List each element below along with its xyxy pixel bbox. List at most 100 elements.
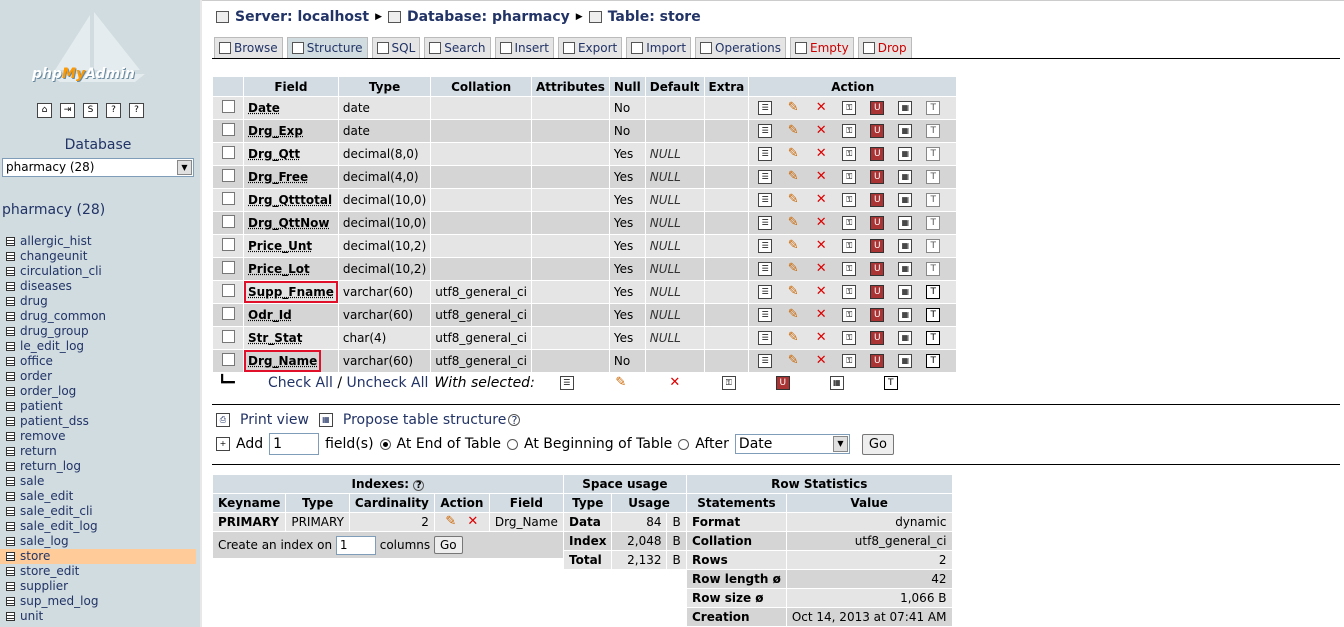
drop-icon[interactable]: ✕ (814, 239, 828, 253)
breadcrumb-server[interactable]: Server: localhost (235, 9, 369, 25)
sidebar-table-item[interactable]: drug_common (0, 309, 196, 324)
unique-icon[interactable]: U (870, 216, 885, 231)
table-icon[interactable] (6, 567, 15, 576)
tab-search[interactable]: Search (424, 37, 491, 58)
table-icon[interactable] (6, 477, 15, 486)
field-name[interactable]: Str_Stat (248, 331, 303, 345)
table-icon[interactable] (6, 417, 15, 426)
drop-icon[interactable]: ✕ (814, 101, 828, 115)
sidebar-table-item[interactable]: circulation_cli (0, 264, 196, 279)
field-name[interactable]: Drg_QttNow (248, 216, 330, 230)
table-icon[interactable] (6, 387, 15, 396)
table-icon[interactable] (6, 537, 15, 546)
row-checkbox[interactable] (221, 284, 235, 297)
index-selected-icon[interactable]: ▦ (829, 376, 844, 390)
edit-icon[interactable]: ✎ (786, 331, 800, 345)
drop-icon[interactable]: ✕ (814, 193, 828, 207)
breadcrumb-table[interactable]: Table: store (608, 9, 701, 25)
database-title-link[interactable]: pharmacy (28) (2, 202, 105, 218)
edit-icon[interactable]: ✎ (786, 262, 800, 276)
unique-icon[interactable]: U (870, 124, 885, 139)
sidebar-table-item[interactable]: return (0, 444, 196, 459)
database-select[interactable]: pharmacy (28) ▼ (2, 158, 194, 177)
browse-distinct-icon[interactable]: ☰ (758, 101, 773, 116)
primary-key-icon[interactable]: ⚿ (842, 147, 857, 162)
fulltext-icon[interactable]: T (926, 331, 941, 346)
field-name[interactable]: Drg_Name (243, 350, 322, 372)
index-icon[interactable]: ▦ (898, 193, 913, 208)
table-icon[interactable] (6, 492, 15, 501)
table-icon[interactable] (6, 612, 15, 621)
fulltext-icon[interactable]: T (926, 354, 941, 369)
primary-key-icon[interactable]: ⚿ (842, 354, 857, 369)
sidebar-table-item[interactable]: store_edit (0, 564, 196, 579)
field-name[interactable]: Drg_Free (248, 170, 308, 184)
row-checkbox[interactable] (221, 146, 235, 159)
sidebar-table-item[interactable]: diseases (0, 279, 196, 294)
browse-distinct-icon[interactable]: ☰ (758, 354, 773, 369)
field-name[interactable]: Date (248, 101, 280, 115)
table-icon[interactable] (6, 507, 15, 516)
edit-icon[interactable]: ✎ (786, 308, 800, 322)
unique-icon[interactable]: U (870, 147, 885, 162)
sidebar-table-item[interactable]: sale (0, 474, 196, 489)
primary-key-icon[interactable]: ⚿ (842, 216, 857, 231)
tab-empty[interactable]: Empty (790, 37, 854, 58)
unique-selected-icon[interactable]: U (775, 376, 790, 390)
field-name[interactable]: Drg_Qtt (248, 147, 300, 161)
table-icon[interactable] (6, 252, 15, 261)
index-icon[interactable]: ▦ (898, 124, 913, 139)
primary-key-icon[interactable]: ⚿ (842, 331, 857, 346)
index-icon[interactable]: ▦ (898, 216, 913, 231)
radio-beginning-of-table[interactable] (507, 438, 519, 450)
sidebar-table-item[interactable]: allergic_hist (0, 234, 196, 249)
tab-insert[interactable]: Insert (494, 37, 554, 58)
unique-icon[interactable]: U (870, 285, 885, 300)
chevron-down-icon[interactable]: ▼ (177, 160, 192, 175)
sidebar-table-item[interactable]: remove (0, 429, 196, 444)
sidebar-table-item[interactable]: unit (0, 609, 196, 624)
browse-selected-icon[interactable]: ☰ (559, 376, 574, 390)
primary-key-icon[interactable]: ⚿ (842, 101, 857, 116)
primary-selected-icon[interactable]: ⚿ (721, 376, 736, 390)
field-name[interactable]: Supp_Fname (244, 281, 338, 303)
row-checkbox[interactable] (221, 123, 235, 136)
browse-distinct-icon[interactable]: ☰ (758, 124, 773, 139)
table-icon[interactable] (6, 402, 15, 411)
drop-icon[interactable]: ✕ (814, 147, 828, 161)
fulltext-icon[interactable]: T (926, 239, 941, 254)
fulltext-icon[interactable]: T (926, 101, 941, 116)
row-checkbox[interactable] (221, 353, 235, 366)
edit-icon[interactable]: ✎ (786, 216, 800, 230)
row-checkbox[interactable] (221, 330, 235, 343)
table-icon[interactable] (6, 462, 15, 471)
drop-index-icon[interactable]: ✕ (466, 515, 480, 529)
index-icon[interactable]: ▦ (898, 354, 913, 369)
unique-icon[interactable]: U (870, 262, 885, 277)
table-icon[interactable] (6, 597, 15, 606)
field-name[interactable]: Drg_Qtttotal (248, 193, 332, 207)
row-checkbox[interactable] (221, 215, 235, 228)
browse-distinct-icon[interactable]: ☰ (758, 147, 773, 162)
fulltext-icon[interactable]: T (926, 147, 941, 162)
uncheck-all-link[interactable]: Uncheck All (347, 375, 429, 391)
index-icon[interactable]: ▦ (898, 147, 913, 162)
edit-index-icon[interactable]: ✎ (444, 515, 458, 529)
row-checkbox[interactable] (221, 100, 235, 113)
table-icon[interactable] (6, 342, 15, 351)
sidebar-table-item[interactable]: drug (0, 294, 196, 309)
help-icon[interactable]: ? (413, 480, 425, 491)
fulltext-icon[interactable]: T (926, 216, 941, 231)
row-checkbox[interactable] (221, 307, 235, 320)
drop-icon[interactable]: ✕ (814, 262, 828, 276)
create-index-go-button[interactable]: Go (433, 536, 463, 554)
add-count-input[interactable]: 1 (269, 433, 320, 455)
tab-import[interactable]: Import (626, 37, 692, 58)
edit-icon[interactable]: ✎ (786, 193, 800, 207)
check-all-link[interactable]: Check All (268, 375, 333, 391)
radio-end-of-table[interactable] (379, 438, 391, 450)
sidebar-table-item[interactable]: sale_edit (0, 489, 196, 504)
index-icon[interactable]: ▦ (898, 239, 913, 254)
index-icon[interactable]: ▦ (898, 101, 913, 116)
row-checkbox[interactable] (221, 192, 235, 205)
